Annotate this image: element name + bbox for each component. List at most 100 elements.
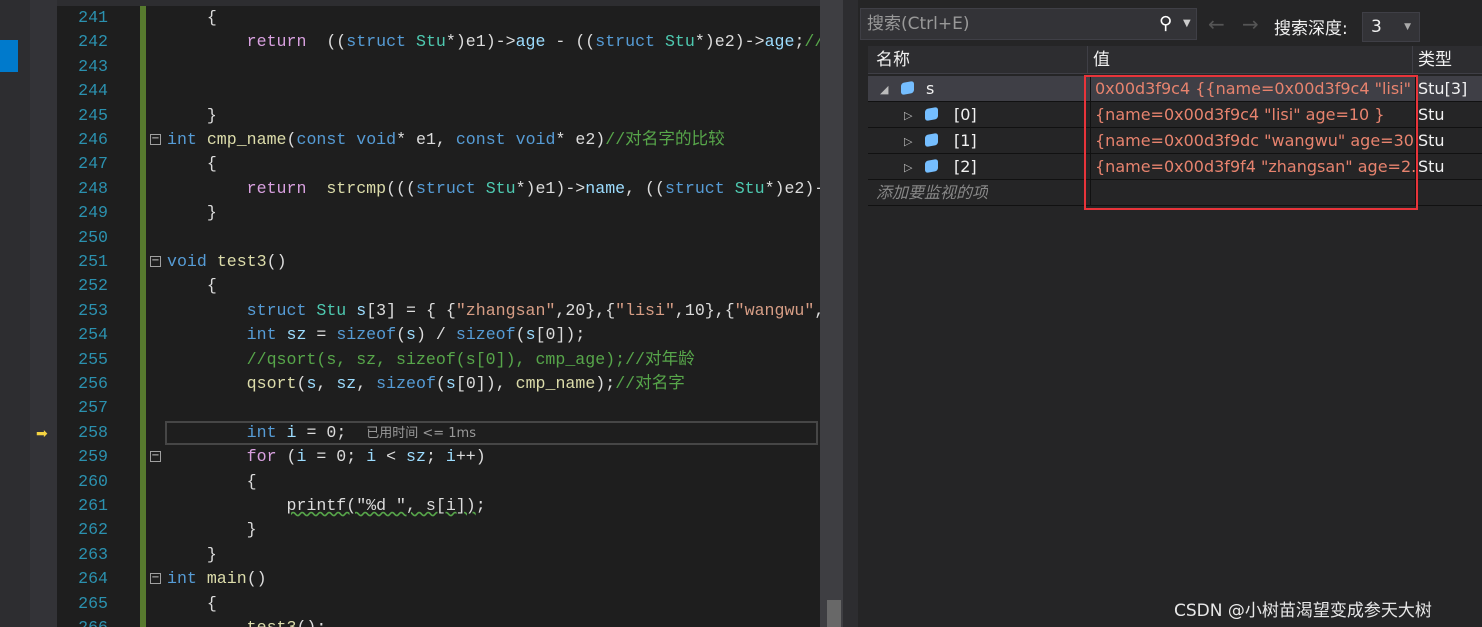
- code-line[interactable]: 247 {: [57, 152, 820, 177]
- left-tool-selected-tab[interactable]: [0, 40, 18, 72]
- watch-name[interactable]: [0]: [954, 102, 977, 127]
- code-line[interactable]: 256 qsort(s, sz, sizeof(s[0]), cmp_name)…: [57, 372, 820, 397]
- collapsed-triangle-icon[interactable]: ▷: [904, 103, 912, 128]
- code-line[interactable]: 242 return ((struct Stu*)e1)->age - ((st…: [57, 30, 820, 55]
- code-token: (): [246, 569, 267, 589]
- code-line[interactable]: 266 test3();: [57, 616, 820, 627]
- code-text: struct Stu s[3] = { {"zhangsan",20},{"li…: [167, 299, 820, 323]
- code-token: i: [296, 447, 307, 467]
- collapse-icon[interactable]: −: [150, 256, 161, 267]
- line-number: 249: [78, 203, 108, 223]
- column-header-name[interactable]: 名称: [868, 46, 910, 73]
- code-token: Stu: [415, 32, 446, 52]
- code-token: i: [286, 422, 297, 442]
- code-token: int: [246, 325, 277, 345]
- column-header-value[interactable]: 值: [1087, 46, 1110, 73]
- watch-type: Stu: [1418, 131, 1445, 150]
- code-token: *)e2)->: [694, 32, 765, 52]
- code-token: Stu: [664, 32, 695, 52]
- code-line[interactable]: 255 //qsort(s, sz, sizeof(s[0]), cmp_age…: [57, 347, 820, 372]
- code-line[interactable]: 252 {: [57, 274, 820, 299]
- panel-splitter[interactable]: [843, 0, 858, 627]
- collapse-icon[interactable]: −: [150, 451, 161, 463]
- add-watch-placeholder[interactable]: 添加要监视的项: [876, 180, 988, 205]
- code-line[interactable]: 263 }: [57, 542, 820, 568]
- code-line[interactable]: 260 {: [57, 469, 820, 494]
- code-token: s: [525, 325, 536, 345]
- code-text: int sz = sizeof(s) / sizeof(s[0]);: [167, 323, 586, 347]
- collapse-icon[interactable]: −: [150, 573, 161, 585]
- code-line[interactable]: 259− for (i = 0; i < sz; i++): [57, 445, 820, 470]
- variable-cube-icon: [925, 106, 938, 122]
- search-icon[interactable]: ⚲: [1159, 9, 1172, 39]
- watch-search-input[interactable]: 搜索(Ctrl+E) ⚲ ▼: [860, 8, 1197, 40]
- code-token: Stu: [485, 178, 516, 198]
- breakpoint-gutter[interactable]: [30, 0, 57, 627]
- watch-name[interactable]: s: [926, 76, 934, 101]
- code-line[interactable]: 241 {: [57, 6, 820, 31]
- code-line[interactable]: 253 struct Stu s[3] = { {"zhangsan",20},…: [57, 298, 820, 324]
- editor-scrollbar-thumb[interactable]: [827, 600, 841, 627]
- code-token: }: [167, 203, 217, 223]
- code-token: //数字: [804, 32, 820, 52]
- code-line[interactable]: 262 }: [57, 518, 820, 543]
- code-line[interactable]: 250: [57, 225, 820, 250]
- code-token: *)e1)->: [445, 32, 516, 52]
- code-line[interactable]: 248 return strcmp(((struct Stu*)e1)->nam…: [57, 176, 820, 202]
- line-number: 260: [78, 471, 108, 491]
- search-depth-select[interactable]: 3 ▼: [1362, 12, 1420, 42]
- code-line[interactable]: 245 }: [57, 103, 820, 128]
- code-text: int cmp_name(const void* e1, const void*…: [167, 128, 725, 152]
- line-number: 245: [78, 105, 108, 125]
- line-number: 247: [78, 154, 108, 174]
- watch-name[interactable]: [2]: [954, 154, 977, 179]
- change-bar: [140, 469, 146, 494]
- code-token: struct: [664, 178, 725, 198]
- change-bar: [140, 323, 146, 348]
- code-editor[interactable]: 241 {242 return ((struct Stu*)e1)->age -…: [57, 6, 820, 627]
- chevron-down-icon[interactable]: ▼: [1183, 9, 1191, 39]
- column-header-type[interactable]: 类型: [1412, 46, 1452, 73]
- collapse-icon[interactable]: −: [150, 134, 161, 145]
- code-line[interactable]: 265 {: [57, 591, 820, 616]
- line-number: 242: [78, 32, 108, 52]
- collapsed-triangle-icon[interactable]: ▷: [904, 129, 912, 154]
- code-line[interactable]: 249 }: [57, 201, 820, 226]
- code-line[interactable]: 258 int i = 0; 已用时间 <= 1ms: [57, 420, 820, 446]
- change-bar: [140, 420, 146, 446]
- code-line[interactable]: 261 printf("%d ", s[i]);: [57, 494, 820, 519]
- code-line[interactable]: 264 − int main(): [57, 567, 820, 592]
- code-line[interactable]: 244: [57, 79, 820, 104]
- code-token: //qsort(s, sz, sizeof(s[0]), cmp_age);//…: [246, 349, 695, 369]
- code-line[interactable]: 254 int sz = sizeof(s) / sizeof(s[0]);: [57, 323, 820, 348]
- code-token: * e2): [555, 130, 606, 149]
- back-arrow-icon[interactable]: ←: [1208, 12, 1225, 36]
- collapsed-triangle-icon[interactable]: ▷: [904, 155, 912, 180]
- code-line[interactable]: 257: [57, 396, 820, 421]
- change-bar: [140, 30, 146, 55]
- forward-arrow-icon[interactable]: →: [1242, 12, 1259, 36]
- code-token: s: [356, 300, 367, 320]
- code-token: test3: [247, 618, 297, 627]
- expanded-triangle-icon[interactable]: ◢: [880, 77, 888, 102]
- change-bar: [140, 372, 146, 397]
- editor-vertical-scrollbar[interactable]: [820, 0, 843, 627]
- code-line[interactable]: 246− int cmp_name(const void* e1, const v…: [57, 128, 820, 153]
- search-depth-label: 搜索深度:: [1274, 19, 1348, 39]
- code-token: ,20},{: [555, 300, 616, 320]
- code-line[interactable]: 251 − void test3(): [57, 250, 820, 275]
- code-line[interactable]: 243: [57, 54, 820, 80]
- code-token: sz: [286, 325, 307, 345]
- watch-name[interactable]: [1]: [954, 128, 977, 153]
- perf-tip[interactable]: 已用时间 <= 1ms: [366, 426, 476, 441]
- current-statement-arrow-icon: ➡: [36, 426, 48, 442]
- code-token: {: [167, 593, 217, 613]
